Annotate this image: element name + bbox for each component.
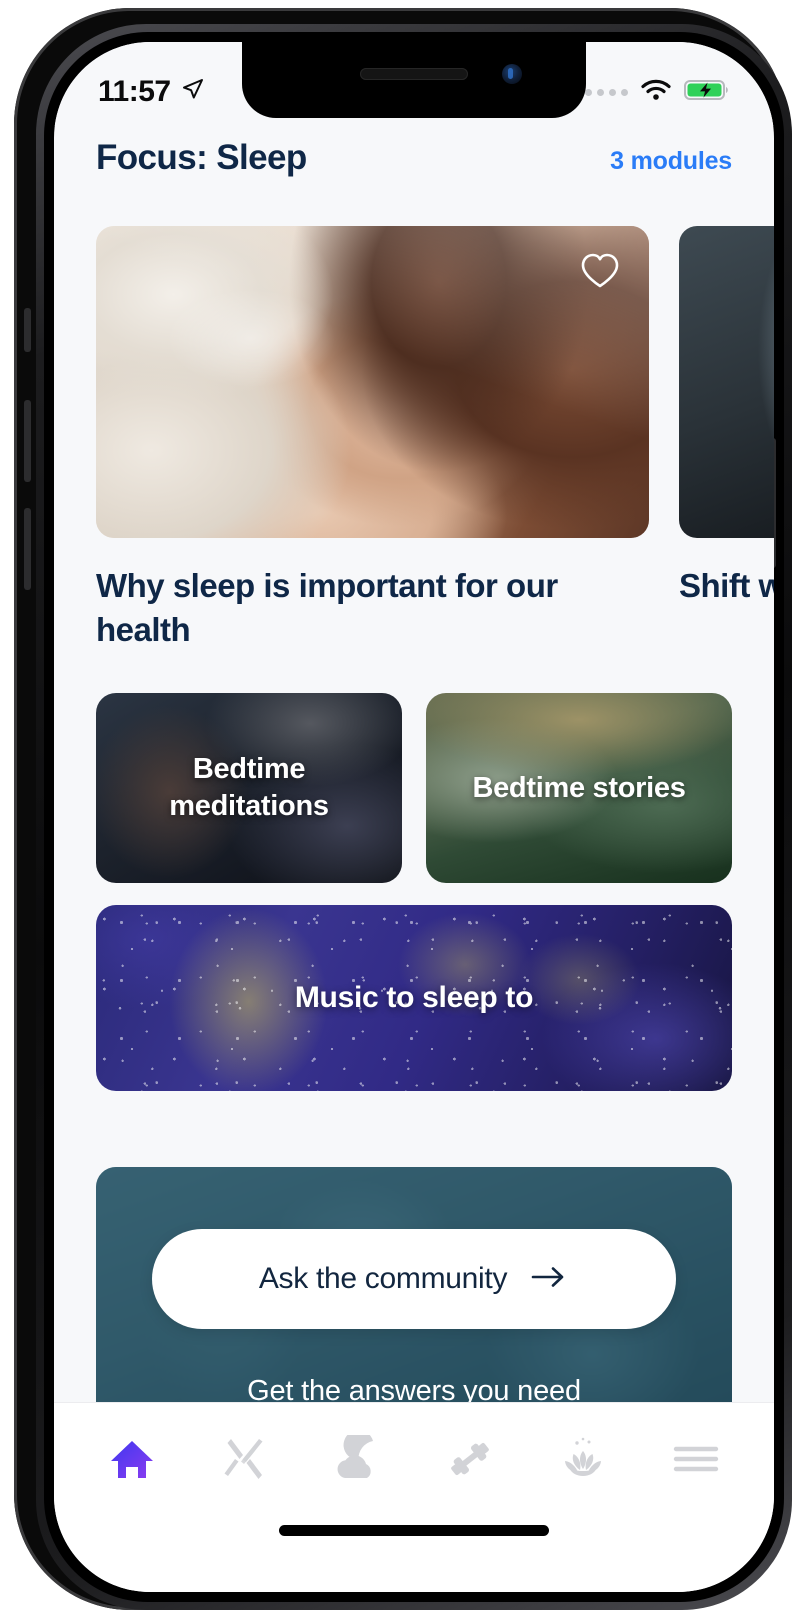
- phone-frame: 11:57 Focus: Sleep 3 modules Why sleep i…: [14, 8, 792, 1610]
- article-carousel[interactable]: Why sleep is important for our health Sh…: [54, 192, 774, 651]
- tile-bedtime-stories[interactable]: Bedtime stories: [426, 693, 732, 884]
- tile-label: Bedtime meditations: [169, 752, 329, 823]
- article-card[interactable]: Shift work: [679, 226, 774, 651]
- modules-count-link[interactable]: 3 modules: [610, 147, 732, 176]
- heart-outline-icon[interactable]: [577, 248, 623, 294]
- page-title: Focus: Sleep: [96, 138, 307, 177]
- tab-fitness[interactable]: [414, 1403, 527, 1519]
- status-bar-right: [585, 78, 730, 107]
- category-tile-row: Bedtime meditations Bedtime stories: [54, 651, 774, 884]
- cellular-dots-icon: [585, 88, 628, 96]
- front-camera: [502, 64, 522, 84]
- mute-switch[interactable]: [24, 308, 31, 352]
- notch: [242, 42, 586, 118]
- tab-menu[interactable]: [639, 1403, 752, 1519]
- woman-sleeping-photo: [96, 226, 649, 538]
- home-indicator[interactable]: [279, 1525, 549, 1536]
- article-title: Why sleep is important for our health: [96, 567, 558, 648]
- volume-up-button[interactable]: [24, 400, 31, 482]
- tile-bedtime-meditations[interactable]: Bedtime meditations: [96, 693, 402, 884]
- wifi-icon: [640, 78, 672, 107]
- cutlery-icon: [222, 1435, 268, 1488]
- tab-list: [54, 1403, 774, 1519]
- battery-charging-icon: [684, 78, 730, 107]
- bottom-tab-bar: [54, 1402, 774, 1592]
- banner-label: Music to sleep to: [294, 981, 534, 1015]
- lotus-icon: [557, 1435, 609, 1488]
- article-title: Shift work: [679, 567, 774, 604]
- community-card[interactable]: Ask the community Get the answers you ne…: [96, 1167, 732, 1428]
- status-time: 11:57: [98, 75, 171, 108]
- phone-screen: 11:57 Focus: Sleep 3 modules Why sleep i…: [54, 42, 774, 1592]
- arrow-right-icon: [529, 1264, 569, 1295]
- article-card[interactable]: Why sleep is important for our health: [96, 226, 649, 651]
- tab-home[interactable]: [76, 1403, 189, 1519]
- main-content[interactable]: Why sleep is important for our health Sh…: [54, 192, 774, 1442]
- home-icon: [107, 1435, 157, 1488]
- tab-sleep[interactable]: [301, 1403, 414, 1519]
- ask-button-label: Ask the community: [258, 1262, 508, 1296]
- music-banner-wrap: Music to sleep to: [54, 883, 774, 1092]
- volume-down-button[interactable]: [24, 508, 31, 590]
- location-arrow-icon: [181, 75, 205, 109]
- earpiece-speaker: [360, 68, 468, 80]
- article-image: [96, 226, 649, 538]
- tab-nutrition[interactable]: [189, 1403, 302, 1519]
- screenshot-root: 11:57 Focus: Sleep 3 modules Why sleep i…: [0, 0, 800, 1618]
- page-header: Focus: Sleep 3 modules: [54, 138, 774, 178]
- moon-cloud-icon: [333, 1429, 383, 1488]
- article-image: [679, 226, 774, 538]
- status-bar-left: 11:57: [98, 75, 205, 109]
- dumbbell-icon: [445, 1435, 495, 1488]
- ask-the-community-button[interactable]: Ask the community: [152, 1229, 676, 1330]
- banner-music-to-sleep-to[interactable]: Music to sleep to: [96, 905, 732, 1092]
- hamburger-icon: [671, 1439, 721, 1484]
- dark-room-lights-photo: [679, 226, 774, 538]
- tab-mindfulness[interactable]: [527, 1403, 640, 1519]
- tile-label: Bedtime stories: [472, 771, 686, 804]
- community-card-wrap: Ask the community Get the answers you ne…: [54, 1091, 774, 1428]
